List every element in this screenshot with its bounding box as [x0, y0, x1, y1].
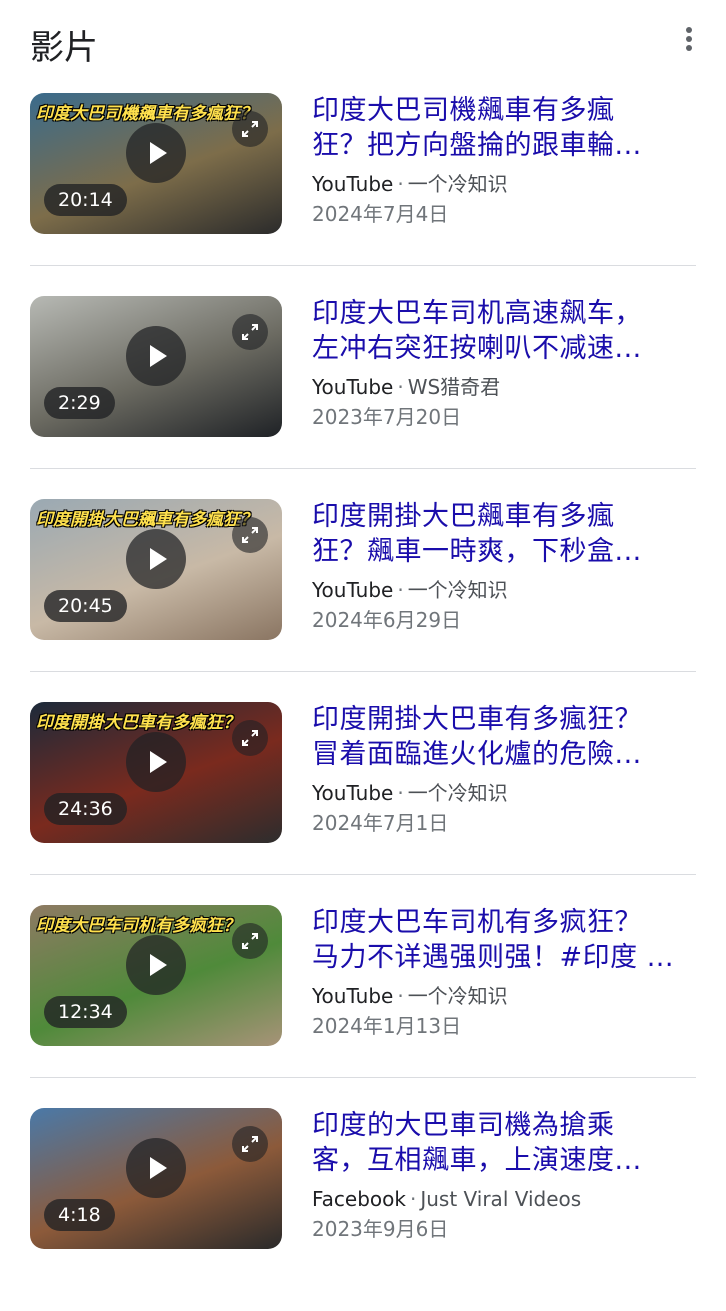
video-title-link[interactable]: 印度的大巴車司機為搶乘 客，互相飆車，上演速度... [312, 1108, 696, 1178]
video-result-item[interactable]: 印度大巴司機飆車有多瘋狂？ 20:14 印度大巴司機飆車有多瘋 狂？把方向盤掄的… [30, 93, 696, 296]
video-thumbnail[interactable]: 印度開掛大巴飆車有多瘋狂？ 20:45 [30, 499, 282, 640]
video-title-line1: 印度開掛大巴飆車有多瘋 [312, 501, 615, 532]
expand-icon[interactable] [232, 923, 268, 959]
video-result-item[interactable]: 4:18 印度的大巴車司機為搶乘 客，互相飆車，上演速度... Facebook… [30, 1108, 696, 1311]
video-thumbnail[interactable]: 印度大巴车司机有多疯狂？ 12:34 [30, 905, 282, 1046]
video-thumbnail[interactable]: 2:29 [30, 296, 282, 437]
play-icon[interactable] [126, 326, 186, 386]
video-meta: YouTube · WS猎奇君 [312, 372, 696, 402]
section-title: 影片 [30, 28, 98, 68]
thumbnail-caption: 印度大巴司機飆車有多瘋狂？ [36, 104, 257, 124]
meta-separator: · [397, 578, 404, 602]
duration-badge: 20:45 [44, 590, 127, 622]
video-title-line2: 左冲右突狂按喇叭不减速... [312, 333, 642, 364]
video-title-link[interactable]: 印度開掛大巴車有多瘋狂？ 冒着面臨進火化爐的危險... [312, 702, 696, 772]
video-channel: Just Viral Videos [420, 1187, 582, 1211]
video-thumbnail[interactable]: 印度開掛大巴車有多瘋狂？ 24:36 [30, 702, 282, 843]
video-title-link[interactable]: 印度大巴车司机高速飙车， 左冲右突狂按喇叭不减速... [312, 296, 696, 366]
meta-separator: · [397, 781, 404, 805]
video-info: 印度大巴车司机高速飙车， 左冲右突狂按喇叭不减速... YouTube · WS猎奇… [312, 296, 696, 432]
expand-icon[interactable] [232, 314, 268, 350]
duration-badge: 24:36 [44, 793, 127, 825]
meta-separator: · [397, 984, 404, 1008]
video-date: 2024年7月1日 [312, 811, 449, 835]
video-title-link[interactable]: 印度開掛大巴飆車有多瘋 狂？飆車一時爽，下秒盒... [312, 499, 696, 569]
section-header: 影片 [30, 18, 706, 68]
video-title-link[interactable]: 印度大巴司機飆車有多瘋 狂？把方向盤掄的跟車輪... [312, 93, 696, 163]
video-title-line1: 印度大巴车司机有多疯狂？ [312, 907, 642, 938]
video-title-line2: 冒着面臨進火化爐的危險... [312, 739, 642, 770]
video-source: YouTube [312, 172, 394, 196]
meta-separator: · [397, 375, 404, 399]
video-title-line2: 客，互相飆車，上演速度... [312, 1145, 642, 1176]
video-title-line1: 印度的大巴車司機為搶乘 [312, 1110, 615, 1141]
video-channel: 一个冷知识 [407, 781, 508, 805]
video-channel: 一个冷知识 [407, 578, 508, 602]
video-channel: 一个冷知识 [407, 172, 508, 196]
video-title-line1: 印度大巴司機飆車有多瘋 [312, 95, 615, 126]
play-icon[interactable] [126, 935, 186, 995]
video-title-line2: 狂？飆車一時爽，下秒盒... [312, 536, 642, 567]
video-meta: YouTube · 一个冷知识 [312, 778, 696, 808]
thumbnail-caption: 印度開掛大巴飆車有多瘋狂？ [36, 510, 257, 530]
video-source: YouTube [312, 984, 394, 1008]
expand-icon[interactable] [232, 111, 268, 147]
video-thumbnail[interactable]: 印度大巴司機飆車有多瘋狂？ 20:14 [30, 93, 282, 234]
video-result-item[interactable]: 印度開掛大巴車有多瘋狂？ 24:36 印度開掛大巴車有多瘋狂？ 冒着面臨進火化爐… [30, 702, 696, 905]
video-channel: 一个冷知识 [407, 984, 508, 1008]
duration-badge: 12:34 [44, 996, 127, 1028]
video-title-line1: 印度開掛大巴車有多瘋狂？ [312, 704, 642, 735]
video-result-item[interactable]: 2:29 印度大巴车司机高速飙车， 左冲右突狂按喇叭不减速... YouTube… [30, 296, 696, 499]
expand-icon[interactable] [232, 517, 268, 553]
video-source: YouTube [312, 375, 394, 399]
duration-badge: 2:29 [44, 387, 115, 419]
video-info: 印度的大巴車司機為搶乘 客，互相飆車，上演速度... Facebook · Just… [312, 1108, 696, 1244]
duration-badge: 20:14 [44, 184, 127, 216]
video-meta: YouTube · 一个冷知识 [312, 169, 696, 199]
duration-badge: 4:18 [44, 1199, 115, 1231]
video-date: 2024年1月13日 [312, 1014, 462, 1038]
thumbnail-caption: 印度開掛大巴車有多瘋狂？ [36, 713, 240, 733]
video-source: YouTube [312, 781, 394, 805]
video-info: 印度開掛大巴車有多瘋狂？ 冒着面臨進火化爐的危險... YouTube · 一个冷知… [312, 702, 696, 838]
video-date: 2024年7月4日 [312, 202, 449, 226]
video-meta: YouTube · 一个冷知识 [312, 981, 696, 1011]
video-title-line2: 狂？把方向盤掄的跟車輪... [312, 130, 642, 161]
video-title-line1: 印度大巴车司机高速飙车， [312, 298, 642, 329]
thumbnail-caption: 印度大巴车司机有多疯狂？ [36, 916, 240, 936]
play-icon[interactable] [126, 529, 186, 589]
video-date: 2023年7月20日 [312, 405, 462, 429]
meta-separator: · [397, 172, 404, 196]
video-meta: Facebook · Just Viral Videos [312, 1184, 696, 1214]
video-source: YouTube [312, 578, 394, 602]
play-icon[interactable] [126, 1138, 186, 1198]
play-icon[interactable] [126, 732, 186, 792]
meta-separator: · [409, 1187, 417, 1211]
video-source: Facebook [312, 1187, 406, 1211]
expand-icon[interactable] [232, 720, 268, 756]
video-channel: WS猎奇君 [407, 375, 501, 399]
video-title-link[interactable]: 印度大巴车司机有多疯狂？ 马力不详遇强则强！#印度 ... [312, 905, 696, 975]
video-result-item[interactable]: 印度開掛大巴飆車有多瘋狂？ 20:45 印度開掛大巴飆車有多瘋 狂？飆車一時爽，… [30, 499, 696, 702]
video-date: 2024年6月29日 [312, 608, 462, 632]
play-icon[interactable] [126, 123, 186, 183]
video-date: 2023年9月6日 [312, 1217, 449, 1241]
video-info: 印度大巴车司机有多疯狂？ 马力不详遇强则强！#印度 ... YouTube · 一个… [312, 905, 696, 1041]
video-thumbnail[interactable]: 4:18 [30, 1108, 282, 1249]
video-result-item[interactable]: 印度大巴车司机有多疯狂？ 12:34 印度大巴车司机有多疯狂？ 马力不详遇强则强… [30, 905, 696, 1108]
more-vert-icon[interactable] [682, 24, 696, 58]
video-info: 印度開掛大巴飆車有多瘋 狂？飆車一時爽，下秒盒... YouTube · 一个冷知识… [312, 499, 696, 635]
video-title-line2: 马力不详遇强则强！#印度 ... [312, 942, 674, 973]
video-meta: YouTube · 一个冷知识 [312, 575, 696, 605]
expand-icon[interactable] [232, 1126, 268, 1162]
video-info: 印度大巴司機飆車有多瘋 狂？把方向盤掄的跟車輪... YouTube · 一个冷知识… [312, 93, 696, 229]
video-list: 印度大巴司機飆車有多瘋狂？ 20:14 印度大巴司機飆車有多瘋 狂？把方向盤掄的… [30, 93, 696, 1311]
